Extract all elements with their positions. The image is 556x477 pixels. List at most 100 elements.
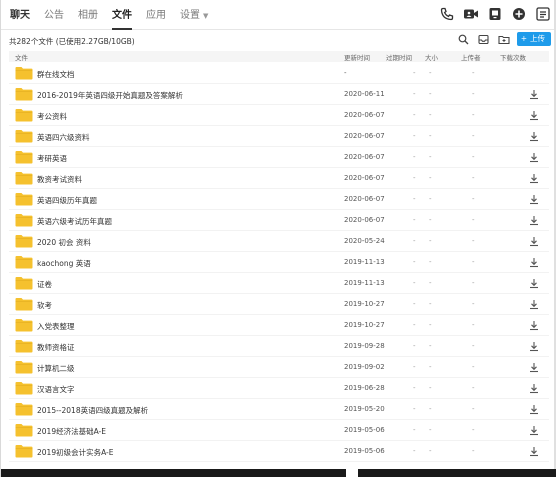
download-icon[interactable] [529,215,539,226]
file-name[interactable]: 英语四六级资料 [37,132,90,143]
file-name[interactable]: 教资考试资料 [37,174,82,185]
expire-time: - [413,300,416,308]
download-icon[interactable] [529,404,539,415]
file-size: - [429,300,432,308]
download-icon[interactable] [529,110,539,121]
download-icon[interactable] [529,320,539,331]
table-row[interactable]: 考公资料 2020-06-07 - - - [9,105,549,126]
uploader: - [472,300,475,308]
table-row[interactable]: 2016-2019年英语四级开始真题及答案解析 2020-06-11 - - - [9,84,549,105]
file-name[interactable]: 2020 初会 资料 [37,237,91,248]
table-row[interactable]: 英语六级考试历年真题 2020-06-07 - - - [9,210,549,231]
table-row[interactable]: 2019初级会计实务A-E 2019-05-06 - - - [9,441,549,462]
download-icon[interactable] [529,257,539,268]
tab-settings[interactable]: 设置 ▼ [180,0,208,30]
table-row[interactable]: 群在线文档 - - - - [9,63,549,84]
file-name[interactable]: 入党表整理 [37,321,75,332]
file-name[interactable]: 考研英语 [37,153,67,164]
file-name[interactable]: 考公资料 [37,111,67,122]
file-size: - [429,279,432,287]
add-icon[interactable] [511,6,527,22]
updated-date: 2019-10-27 [344,300,385,308]
screen-share-icon[interactable] [487,6,503,22]
table-row[interactable]: 入党表整理 2019-10-27 - - - [9,315,549,336]
download-icon[interactable] [529,173,539,184]
download-icon[interactable] [529,341,539,352]
updated-date: 2019-05-20 [344,405,385,413]
table-row[interactable]: 2020 初会 资料 2020-05-24 - - - [9,231,549,252]
group-list-icon[interactable] [535,6,551,22]
download-icon[interactable] [529,299,539,310]
uploader: - [472,90,475,98]
expire-time: - [413,69,416,77]
folder-icon [15,297,33,311]
download-icon[interactable] [529,131,539,142]
download-icon[interactable] [529,362,539,373]
inbox-icon[interactable] [477,32,491,46]
expire-time: - [413,384,416,392]
updated-date: 2020-06-11 [344,90,385,98]
table-row[interactable]: 考研英语 2020-06-07 - - - [9,147,549,168]
upload-label: 上传 [530,34,545,43]
download-icon[interactable] [529,194,539,205]
file-count-label: 共282个文件 (已使用2.27GB/10GB) [9,36,135,46]
table-row[interactable]: 2015--2018英语四级真题及解析 2019-05-20 - - - [9,399,549,420]
download-icon[interactable] [529,425,539,436]
updated-date: 2020-06-07 [344,111,385,119]
download-icon[interactable] [529,446,539,457]
table-row[interactable]: 2019经济法基础A-E 2019-05-06 - - - [9,420,549,441]
download-icon[interactable] [529,89,539,100]
tab-album[interactable]: 相册 [78,0,98,30]
file-name[interactable]: 计算机二级 [37,363,75,374]
tab-chat[interactable]: 聊天 [10,0,30,30]
upload-button[interactable]: + 上传 [516,32,551,46]
table-row[interactable]: 证卷 2019-11-13 - - - [9,273,549,294]
file-name[interactable]: 2015--2018英语四级真题及解析 [37,405,148,416]
search-icon[interactable] [457,32,471,46]
col-size[interactable]: 大小 [425,52,438,62]
phone-icon[interactable] [439,6,455,22]
tab-files[interactable]: 文件 [112,0,132,30]
table-row[interactable]: 软考 2019-10-27 - - - [9,294,549,315]
new-folder-icon[interactable] [497,32,511,46]
table-row[interactable]: 教师资格证 2019-09-28 - - - [9,336,549,357]
uploader: - [472,153,475,161]
file-name[interactable]: 2019经济法基础A-E [37,426,106,437]
tab-apps[interactable]: 应用 [146,0,166,30]
uploader: - [472,195,475,203]
download-icon[interactable] [529,278,539,289]
col-updated[interactable]: 更新时间 [344,52,370,62]
col-downloads[interactable]: 下载次数 [500,52,526,62]
table-row[interactable]: 英语四级历年真题 2020-06-07 - - - [9,189,549,210]
video-call-icon[interactable] [463,6,479,22]
table-row[interactable]: 教资考试资料 2020-06-07 - - - [9,168,549,189]
table-row[interactable]: 汉语言文字 2019-06-28 - - - [9,378,549,399]
folder-icon [15,171,33,185]
col-file[interactable]: 文件 [15,52,28,62]
file-name[interactable]: 英语六级考试历年真题 [37,216,112,227]
tab-announcements[interactable]: 公告 [44,0,64,30]
file-size: - [429,90,432,98]
tab-list: 聊天 公告 相册 文件 应用 设置 ▼ [1,0,222,30]
updated-date: 2019-05-06 [344,426,385,434]
file-name[interactable]: 汉语言文字 [37,384,75,395]
uploader: - [472,258,475,266]
file-name[interactable]: 软考 [37,300,52,311]
expire-time: - [413,279,416,287]
table-row[interactable]: 英语四六级资料 2020-06-07 - - - [9,126,549,147]
download-icon[interactable] [529,383,539,394]
file-name[interactable]: 2016-2019年英语四级开始真题及答案解析 [37,90,183,101]
table-row[interactable]: 计算机二级 2019-09-02 - - - [9,357,549,378]
col-expire[interactable]: 过期时间 [386,52,412,62]
updated-date: 2020-06-07 [344,132,385,140]
file-name[interactable]: 教师资格证 [37,342,75,353]
table-row[interactable]: kaochong 英语 2019-11-13 - - - [9,252,549,273]
file-name[interactable]: 英语四级历年真题 [37,195,97,206]
col-uploader[interactable]: 上传者 [461,52,481,62]
download-icon[interactable] [529,236,539,247]
file-name[interactable]: 2019初级会计实务A-E [37,447,114,458]
file-name[interactable]: 群在线文档 [37,69,75,80]
file-name[interactable]: 证卷 [37,279,52,290]
download-icon[interactable] [529,152,539,163]
file-name[interactable]: kaochong 英语 [37,258,91,269]
